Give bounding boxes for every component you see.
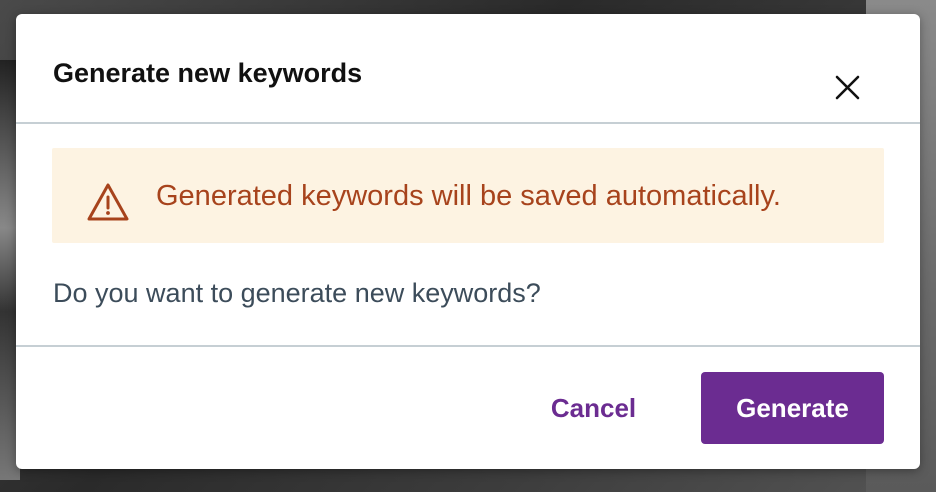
close-button[interactable] (828, 70, 866, 106)
close-icon (835, 75, 860, 100)
generate-button[interactable]: Generate (701, 372, 884, 444)
confirmation-question: Do you want to generate new keywords? (53, 278, 541, 308)
dialog-header: Generate new keywords (16, 14, 920, 124)
generate-keywords-dialog: Generate new keywords Generated keywords… (16, 14, 920, 469)
footer-divider (16, 345, 920, 347)
cancel-button[interactable]: Cancel (526, 372, 661, 444)
alert-message: Generated keywords will be saved automat… (156, 180, 781, 212)
warning-icon (87, 183, 129, 221)
warning-alert: Generated keywords will be saved automat… (52, 148, 884, 243)
dialog-title: Generate new keywords (53, 58, 363, 88)
